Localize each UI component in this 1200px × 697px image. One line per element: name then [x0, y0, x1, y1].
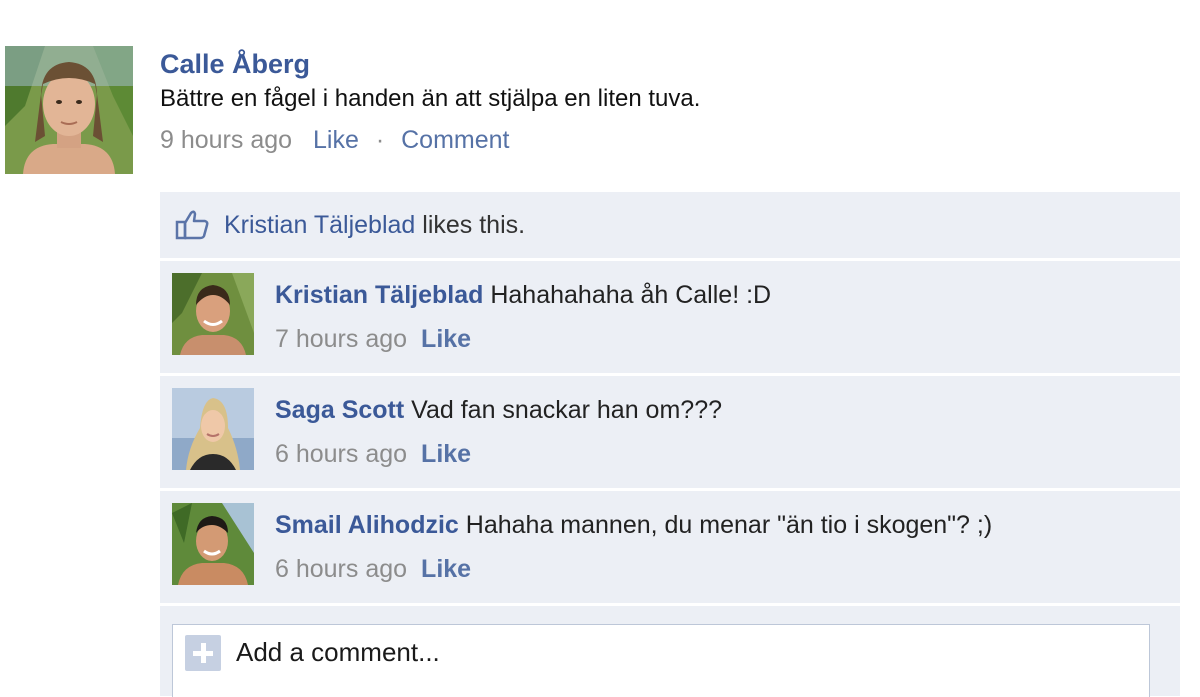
commenter-avatar[interactable] — [172, 503, 254, 585]
commenter-name-link[interactable]: Saga Scott — [275, 396, 404, 424]
story-content: Calle Åberg Bättre en fågel i handen än … — [160, 46, 1180, 158]
comment-meta: 6 hours ago Like — [275, 436, 471, 472]
add-comment-plus-icon — [185, 635, 221, 671]
comment-like-button[interactable]: Like — [421, 555, 471, 583]
comment-meta: 7 hours ago Like — [275, 321, 471, 357]
comment-item: Smail Alihodzic Hahaha mannen, du menar … — [160, 491, 1180, 606]
post-timestamp[interactable]: 9 hours ago — [160, 126, 292, 154]
comment-body: Vad fan snackar han om??? — [404, 396, 723, 424]
comment-button[interactable]: Comment — [401, 126, 509, 154]
comment-timestamp[interactable]: 7 hours ago — [275, 325, 407, 353]
likes-suffix: likes this. — [415, 210, 526, 239]
comment-item: Kristian Täljeblad Hahahahaha åh Calle! … — [160, 261, 1180, 376]
commenter-avatar[interactable] — [172, 273, 254, 355]
feedback-section: Kristian Täljeblad likes this. Kristian … — [160, 192, 1180, 697]
comment-text-line: Smail Alihodzic Hahaha mannen, du menar … — [275, 507, 992, 543]
add-comment-placeholder[interactable]: Add a comment... — [236, 634, 440, 670]
comment-text-line: Kristian Täljeblad Hahahahaha åh Calle! … — [275, 277, 771, 313]
comment-like-button[interactable]: Like — [421, 325, 471, 353]
commenter-name-link[interactable]: Kristian Täljeblad — [275, 281, 483, 309]
add-comment-section: Add a comment... — [160, 606, 1180, 697]
commenter-name-link[interactable]: Smail Alihodzic — [275, 511, 459, 539]
feed-story: Calle Åberg Bättre en fågel i handen än … — [0, 0, 1200, 697]
comment-like-button[interactable]: Like — [421, 440, 471, 468]
like-button[interactable]: Like — [313, 126, 359, 154]
post-message: Bättre en fågel i handen än att stjälpa … — [160, 85, 701, 112]
add-comment-input[interactable]: Add a comment... — [172, 624, 1150, 697]
likes-summary: Kristian Täljeblad likes this. — [160, 192, 1180, 261]
comment-timestamp[interactable]: 6 hours ago — [275, 555, 407, 583]
commenter-avatar[interactable] — [172, 388, 254, 470]
thumbs-up-icon — [174, 207, 210, 243]
comment-meta: 6 hours ago Like — [275, 551, 471, 587]
author-name-link[interactable]: Calle Åberg — [160, 46, 1180, 82]
author-avatar[interactable] — [5, 46, 133, 174]
comment-text-line: Saga Scott Vad fan snackar han om??? — [275, 392, 722, 428]
comment-body: Hahahahaha åh Calle! :D — [483, 281, 772, 309]
liker-name-link[interactable]: Kristian Täljeblad — [224, 211, 415, 240]
comment-item: Saga Scott Vad fan snackar han om??? 6 h… — [160, 376, 1180, 491]
comment-body: Hahaha mannen, du menar "än tio i skogen… — [458, 511, 993, 539]
comment-timestamp[interactable]: 6 hours ago — [275, 440, 407, 468]
meta-separator: · — [375, 126, 385, 154]
story-meta: 9 hours ago Like · Comment — [160, 122, 1180, 158]
